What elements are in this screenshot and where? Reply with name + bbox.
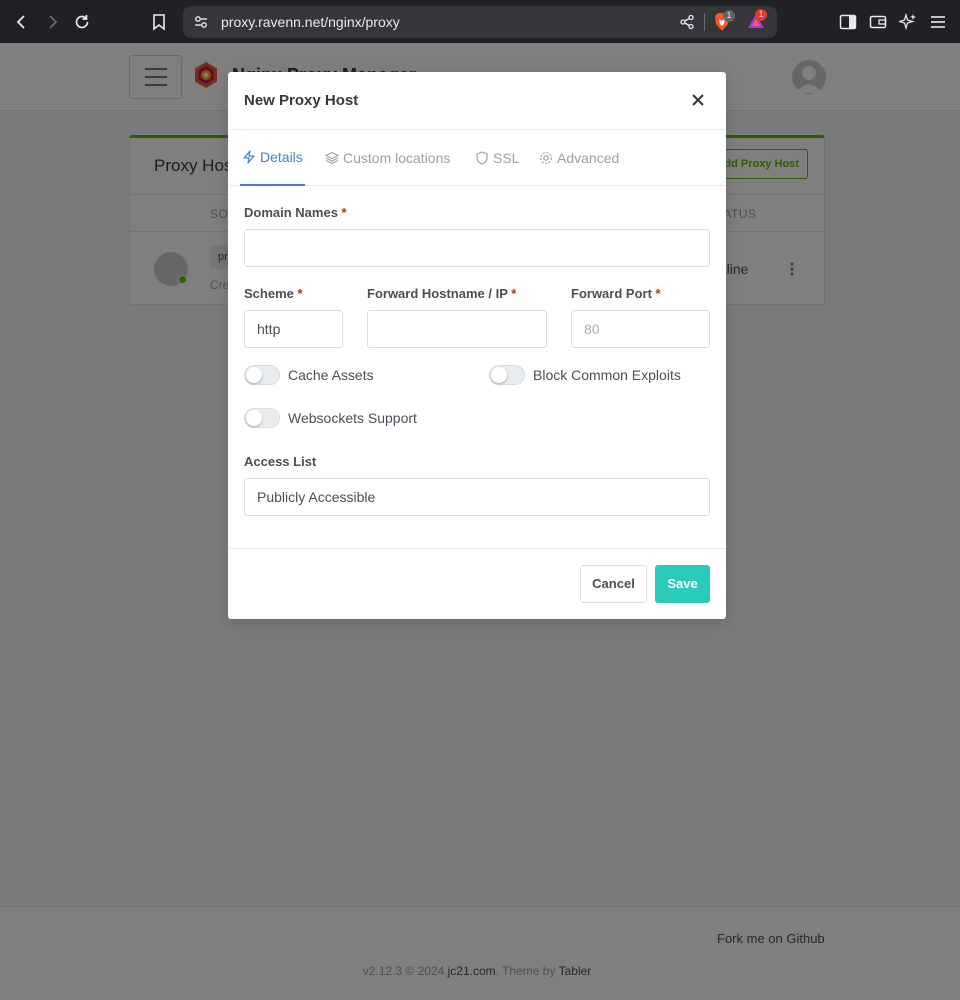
tab-details-label: Details — [260, 149, 303, 165]
new-proxy-host-modal: New Proxy Host Details Custom locations … — [228, 72, 726, 619]
required-marker: * — [341, 205, 347, 220]
address-bar[interactable]: proxy.ravenn.net/nginx/proxy 1 1 — [183, 6, 777, 38]
modal-tabs: Details Custom locations SSL Advanced — [228, 130, 726, 186]
brave-rewards-button[interactable]: 1 — [747, 9, 767, 32]
access-list-select[interactable]: Publicly Accessible — [244, 478, 710, 516]
modal-header: New Proxy Host — [228, 72, 726, 130]
modal-title: New Proxy Host — [244, 92, 359, 109]
shield-count-badge: 1 — [723, 10, 735, 22]
sidebar-icon — [839, 14, 857, 30]
url-separator — [704, 13, 705, 31]
arrow-left-icon — [16, 15, 25, 29]
arrow-right-icon — [49, 15, 58, 29]
menu-icon — [931, 16, 945, 28]
cache-assets-label: Cache Assets — [288, 367, 374, 383]
wallet-button[interactable] — [867, 11, 889, 33]
tab-advanced-label: Advanced — [557, 150, 620, 166]
close-icon[interactable] — [690, 92, 706, 108]
gear-icon — [540, 152, 552, 164]
back-button[interactable] — [11, 11, 33, 33]
forward-port-input[interactable]: 80 — [571, 310, 710, 348]
tab-custom-locations-label: Custom locations — [343, 150, 451, 166]
wallet-icon — [869, 15, 887, 29]
bookmark-icon — [153, 14, 165, 31]
tab-ssl[interactable]: SSL — [475, 130, 519, 186]
block-exploits-toggle[interactable] — [489, 365, 525, 385]
scheme-label: Scheme * — [244, 286, 303, 301]
tab-advanced[interactable]: Advanced — [539, 130, 619, 186]
browser-menu-button[interactable] — [927, 11, 949, 33]
required-marker: * — [655, 286, 661, 301]
brave-shields-button[interactable]: 1 — [713, 10, 735, 32]
bookmark-button[interactable] — [148, 11, 170, 33]
forward-hostname-input[interactable] — [367, 310, 547, 348]
share-icon[interactable] — [679, 14, 695, 30]
cancel-button[interactable]: Cancel — [580, 565, 647, 603]
reload-icon — [75, 15, 89, 29]
modal-footer: Cancel Save — [228, 548, 726, 619]
tab-ssl-label: SSL — [493, 150, 520, 166]
shield-icon — [476, 151, 488, 165]
tab-details[interactable]: Details — [240, 130, 305, 186]
sidebar-toggle-button[interactable] — [837, 11, 859, 33]
forward-port-label: Forward Port * — [571, 286, 661, 301]
forward-button[interactable] — [41, 11, 63, 33]
sparkle-icon — [899, 13, 916, 31]
websockets-label: Websockets Support — [288, 410, 417, 426]
domain-names-label: Domain Names * — [244, 205, 347, 220]
zap-icon — [243, 150, 255, 164]
rewards-count-badge: 1 — [755, 9, 767, 21]
reload-button[interactable] — [71, 11, 93, 33]
site-settings-icon — [195, 16, 207, 28]
cache-assets-toggle[interactable] — [244, 365, 280, 385]
forward-hostname-label: Forward Hostname / IP * — [367, 286, 517, 301]
save-button[interactable]: Save — [655, 565, 710, 603]
required-marker: * — [511, 286, 517, 301]
browser-toolbar: proxy.ravenn.net/nginx/proxy 1 1 — [0, 0, 960, 43]
layers-icon — [325, 151, 339, 165]
access-list-label: Access List — [244, 454, 317, 469]
block-exploits-label: Block Common Exploits — [533, 367, 681, 383]
leo-ai-button[interactable] — [897, 11, 919, 33]
url-text[interactable]: proxy.ravenn.net/nginx/proxy — [221, 14, 400, 30]
scheme-input[interactable]: http — [244, 310, 343, 348]
domain-names-input[interactable] — [244, 229, 710, 267]
required-marker: * — [297, 286, 303, 301]
tab-custom-locations[interactable]: Custom locations — [325, 130, 450, 186]
websockets-toggle[interactable] — [244, 408, 280, 428]
